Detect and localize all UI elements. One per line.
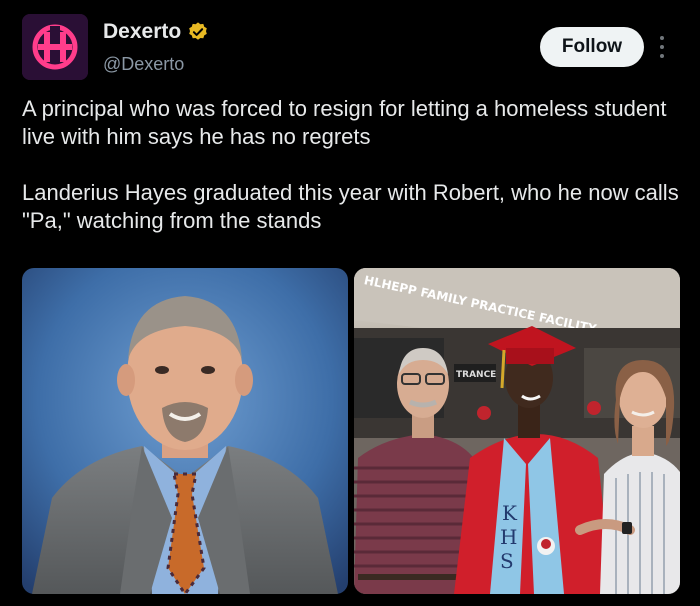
- entrance-sign: TRANCE: [456, 370, 496, 380]
- dexerto-logo-icon: [22, 14, 88, 80]
- media-photo-graduation[interactable]: HLHEPP FAMILY PRACTICE FACILITY TRANCE K…: [354, 268, 680, 594]
- author-display-name[interactable]: Dexerto: [103, 20, 181, 44]
- verified-badge-icon: [189, 22, 208, 40]
- stole-letter-k: K: [502, 501, 518, 525]
- author-handle[interactable]: @Dexerto: [103, 54, 184, 75]
- stole-letter-s: S: [500, 549, 514, 573]
- tweet-paragraph-2: Landerius Hayes graduated this year with…: [22, 180, 679, 233]
- avatar[interactable]: [22, 14, 88, 80]
- tweet-text: A principal who was forced to resign for…: [22, 95, 682, 235]
- tweet-paragraph-1: A principal who was forced to resign for…: [22, 96, 667, 149]
- more-vertical-icon[interactable]: [655, 30, 669, 64]
- author-name-row: Dexerto: [103, 20, 209, 44]
- follow-button[interactable]: Follow: [540, 27, 644, 67]
- media-photo-portrait[interactable]: [22, 268, 348, 594]
- stole-letter-h: H: [500, 525, 517, 549]
